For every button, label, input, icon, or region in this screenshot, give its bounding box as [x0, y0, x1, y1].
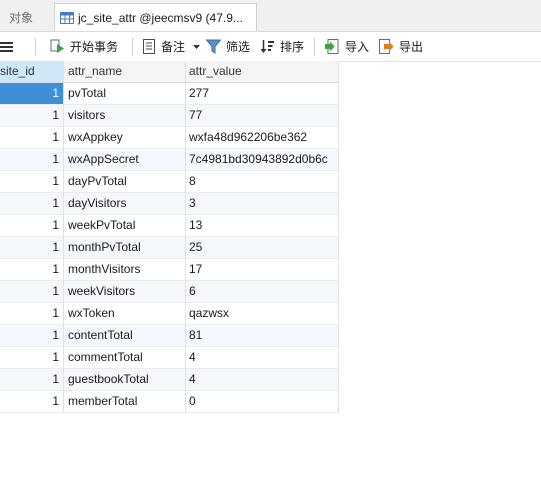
table-row[interactable]: 1 dayPvTotal 8 — [0, 171, 339, 193]
menu-button[interactable] — [0, 32, 13, 61]
cell-attr-name[interactable]: wxAppSecret — [64, 149, 186, 171]
cell-site-id[interactable]: 1 — [0, 215, 64, 237]
toolbar-divider — [35, 38, 36, 56]
tab-table-jc-site-attr[interactable]: jc_site_attr @jeecmsv9 (47.9... — [54, 3, 257, 31]
cell-site-id[interactable]: 1 — [0, 127, 64, 149]
data-grid: site_id attr_name attr_value 1 pvTotal 277… — [0, 61, 339, 413]
sort-label: 排序 — [280, 40, 305, 54]
tab-bar: 对象 jc_site_attr @jeecmsv9 (47.9... — [0, 0, 541, 32]
import-icon — [325, 39, 339, 54]
column-header-attr-value[interactable]: attr_value — [186, 61, 339, 83]
cell-site-id[interactable]: 1 — [0, 83, 64, 105]
cell-attr-name[interactable]: contentTotal — [64, 325, 186, 347]
table-row[interactable]: 1 monthPvTotal 25 — [0, 237, 339, 259]
cell-site-id[interactable]: 1 — [0, 391, 64, 413]
cell-attr-name[interactable]: memberTotal — [64, 391, 186, 413]
table-row[interactable]: 1 commentTotal 4 — [0, 347, 339, 369]
begin-transaction-label: 开始事务 — [70, 40, 119, 54]
table-row[interactable]: 1 pvTotal 277 — [0, 83, 339, 105]
cell-attr-name[interactable]: monthVisitors — [64, 259, 186, 281]
table-row[interactable]: 1 guestbookTotal 4 — [0, 369, 339, 391]
cell-attr-value[interactable]: 25 — [186, 237, 339, 259]
cell-attr-name[interactable]: commentTotal — [64, 347, 186, 369]
table-row[interactable]: 1 wxAppkey wxfa48d962206be362 — [0, 127, 339, 149]
tab-objects[interactable]: 对象 — [0, 3, 53, 31]
grid-body: 1 pvTotal 277 1 visitors 77 1 wxAppkey wxfa48d96… — [0, 83, 339, 413]
cell-attr-name[interactable]: dayPvTotal — [64, 171, 186, 193]
cell-attr-name[interactable]: monthPvTotal — [64, 237, 186, 259]
export-button[interactable]: 导出 — [379, 32, 423, 61]
memo-label: 备注 — [161, 40, 186, 54]
cell-attr-value[interactable]: 13 — [186, 215, 339, 237]
hamburger-icon — [0, 41, 13, 52]
export-label: 导出 — [399, 40, 424, 54]
table-icon — [60, 11, 74, 24]
cell-attr-value[interactable]: 6 — [186, 281, 339, 303]
cell-attr-value[interactable]: 3 — [186, 193, 339, 215]
cell-attr-value[interactable]: 4 — [186, 369, 339, 391]
cell-attr-name[interactable]: visitors — [64, 105, 186, 127]
sort-button[interactable]: 排序 — [260, 32, 304, 61]
cell-attr-name[interactable]: guestbookTotal — [64, 369, 186, 391]
cell-attr-name[interactable]: wxAppkey — [64, 127, 186, 149]
filter-button[interactable]: 筛选 — [206, 32, 250, 61]
cell-site-id[interactable]: 1 — [0, 259, 64, 281]
toolbar: 开始事务 备注 筛选 排序 导入 导出 — [0, 32, 541, 62]
cell-site-id[interactable]: 1 — [0, 171, 64, 193]
cell-attr-value[interactable]: 17 — [186, 259, 339, 281]
table-row[interactable]: 1 weekVisitors 6 — [0, 281, 339, 303]
cell-site-id[interactable]: 1 — [0, 369, 64, 391]
tab-objects-label: 对象 — [9, 10, 34, 25]
toolbar-divider — [132, 38, 133, 56]
cell-attr-value[interactable]: 8 — [186, 171, 339, 193]
memo-button[interactable]: 备注 — [142, 32, 201, 61]
cell-attr-name[interactable]: dayVisitors — [64, 193, 186, 215]
chevron-down-icon[interactable] — [192, 44, 201, 50]
filter-icon — [206, 39, 221, 54]
sort-icon — [260, 40, 274, 53]
cell-attr-value[interactable]: qazwsx — [186, 303, 339, 325]
cell-site-id[interactable]: 1 — [0, 105, 64, 127]
cell-site-id[interactable]: 1 — [0, 237, 64, 259]
cell-site-id[interactable]: 1 — [0, 149, 64, 171]
export-icon — [379, 39, 394, 54]
cell-site-id[interactable]: 1 — [0, 325, 64, 347]
cell-site-id[interactable]: 1 — [0, 303, 64, 325]
header-row: site_id attr_name attr_value — [0, 61, 339, 83]
table-row[interactable]: 1 dayVisitors 3 — [0, 193, 339, 215]
table-row[interactable]: 1 monthVisitors 17 — [0, 259, 339, 281]
cell-attr-value[interactable]: 77 — [186, 105, 339, 127]
memo-icon — [143, 39, 155, 54]
table-row[interactable]: 1 visitors 77 — [0, 105, 339, 127]
filter-label: 筛选 — [226, 40, 251, 54]
cell-attr-value[interactable]: 81 — [186, 325, 339, 347]
column-header-site-id[interactable]: site_id — [0, 61, 64, 83]
cell-attr-name[interactable]: weekVisitors — [64, 281, 186, 303]
cell-attr-value[interactable]: wxfa48d962206be362 — [186, 127, 339, 149]
import-label: 导入 — [345, 40, 370, 54]
table-row[interactable]: 1 wxToken qazwsx — [0, 303, 339, 325]
cell-attr-value[interactable]: 277 — [186, 83, 339, 105]
begin-transaction-button[interactable]: 开始事务 — [50, 32, 118, 61]
table-row[interactable]: 1 weekPvTotal 13 — [0, 215, 339, 237]
cell-site-id[interactable]: 1 — [0, 347, 64, 369]
cell-attr-value[interactable]: 4 — [186, 347, 339, 369]
toolbar-divider — [314, 38, 315, 56]
table-row[interactable]: 1 contentTotal 81 — [0, 325, 339, 347]
cell-attr-value[interactable]: 0 — [186, 391, 339, 413]
cell-attr-name[interactable]: wxToken — [64, 303, 186, 325]
cell-attr-name[interactable]: weekPvTotal — [64, 215, 186, 237]
table-row[interactable]: 1 memberTotal 0 — [0, 391, 339, 413]
cell-site-id[interactable]: 1 — [0, 281, 64, 303]
tab-table-label: jc_site_attr @jeecmsv9 (47.9... — [78, 10, 243, 25]
table-row[interactable]: 1 wxAppSecret 7c4981bd30943892d0b6c — [0, 149, 339, 171]
import-button[interactable]: 导入 — [325, 32, 369, 61]
begin-transaction-icon — [50, 39, 64, 53]
cell-attr-value[interactable]: 7c4981bd30943892d0b6c — [186, 149, 339, 171]
column-header-attr-name[interactable]: attr_name — [64, 61, 186, 83]
cell-site-id[interactable]: 1 — [0, 193, 64, 215]
cell-attr-name[interactable]: pvTotal — [64, 83, 186, 105]
